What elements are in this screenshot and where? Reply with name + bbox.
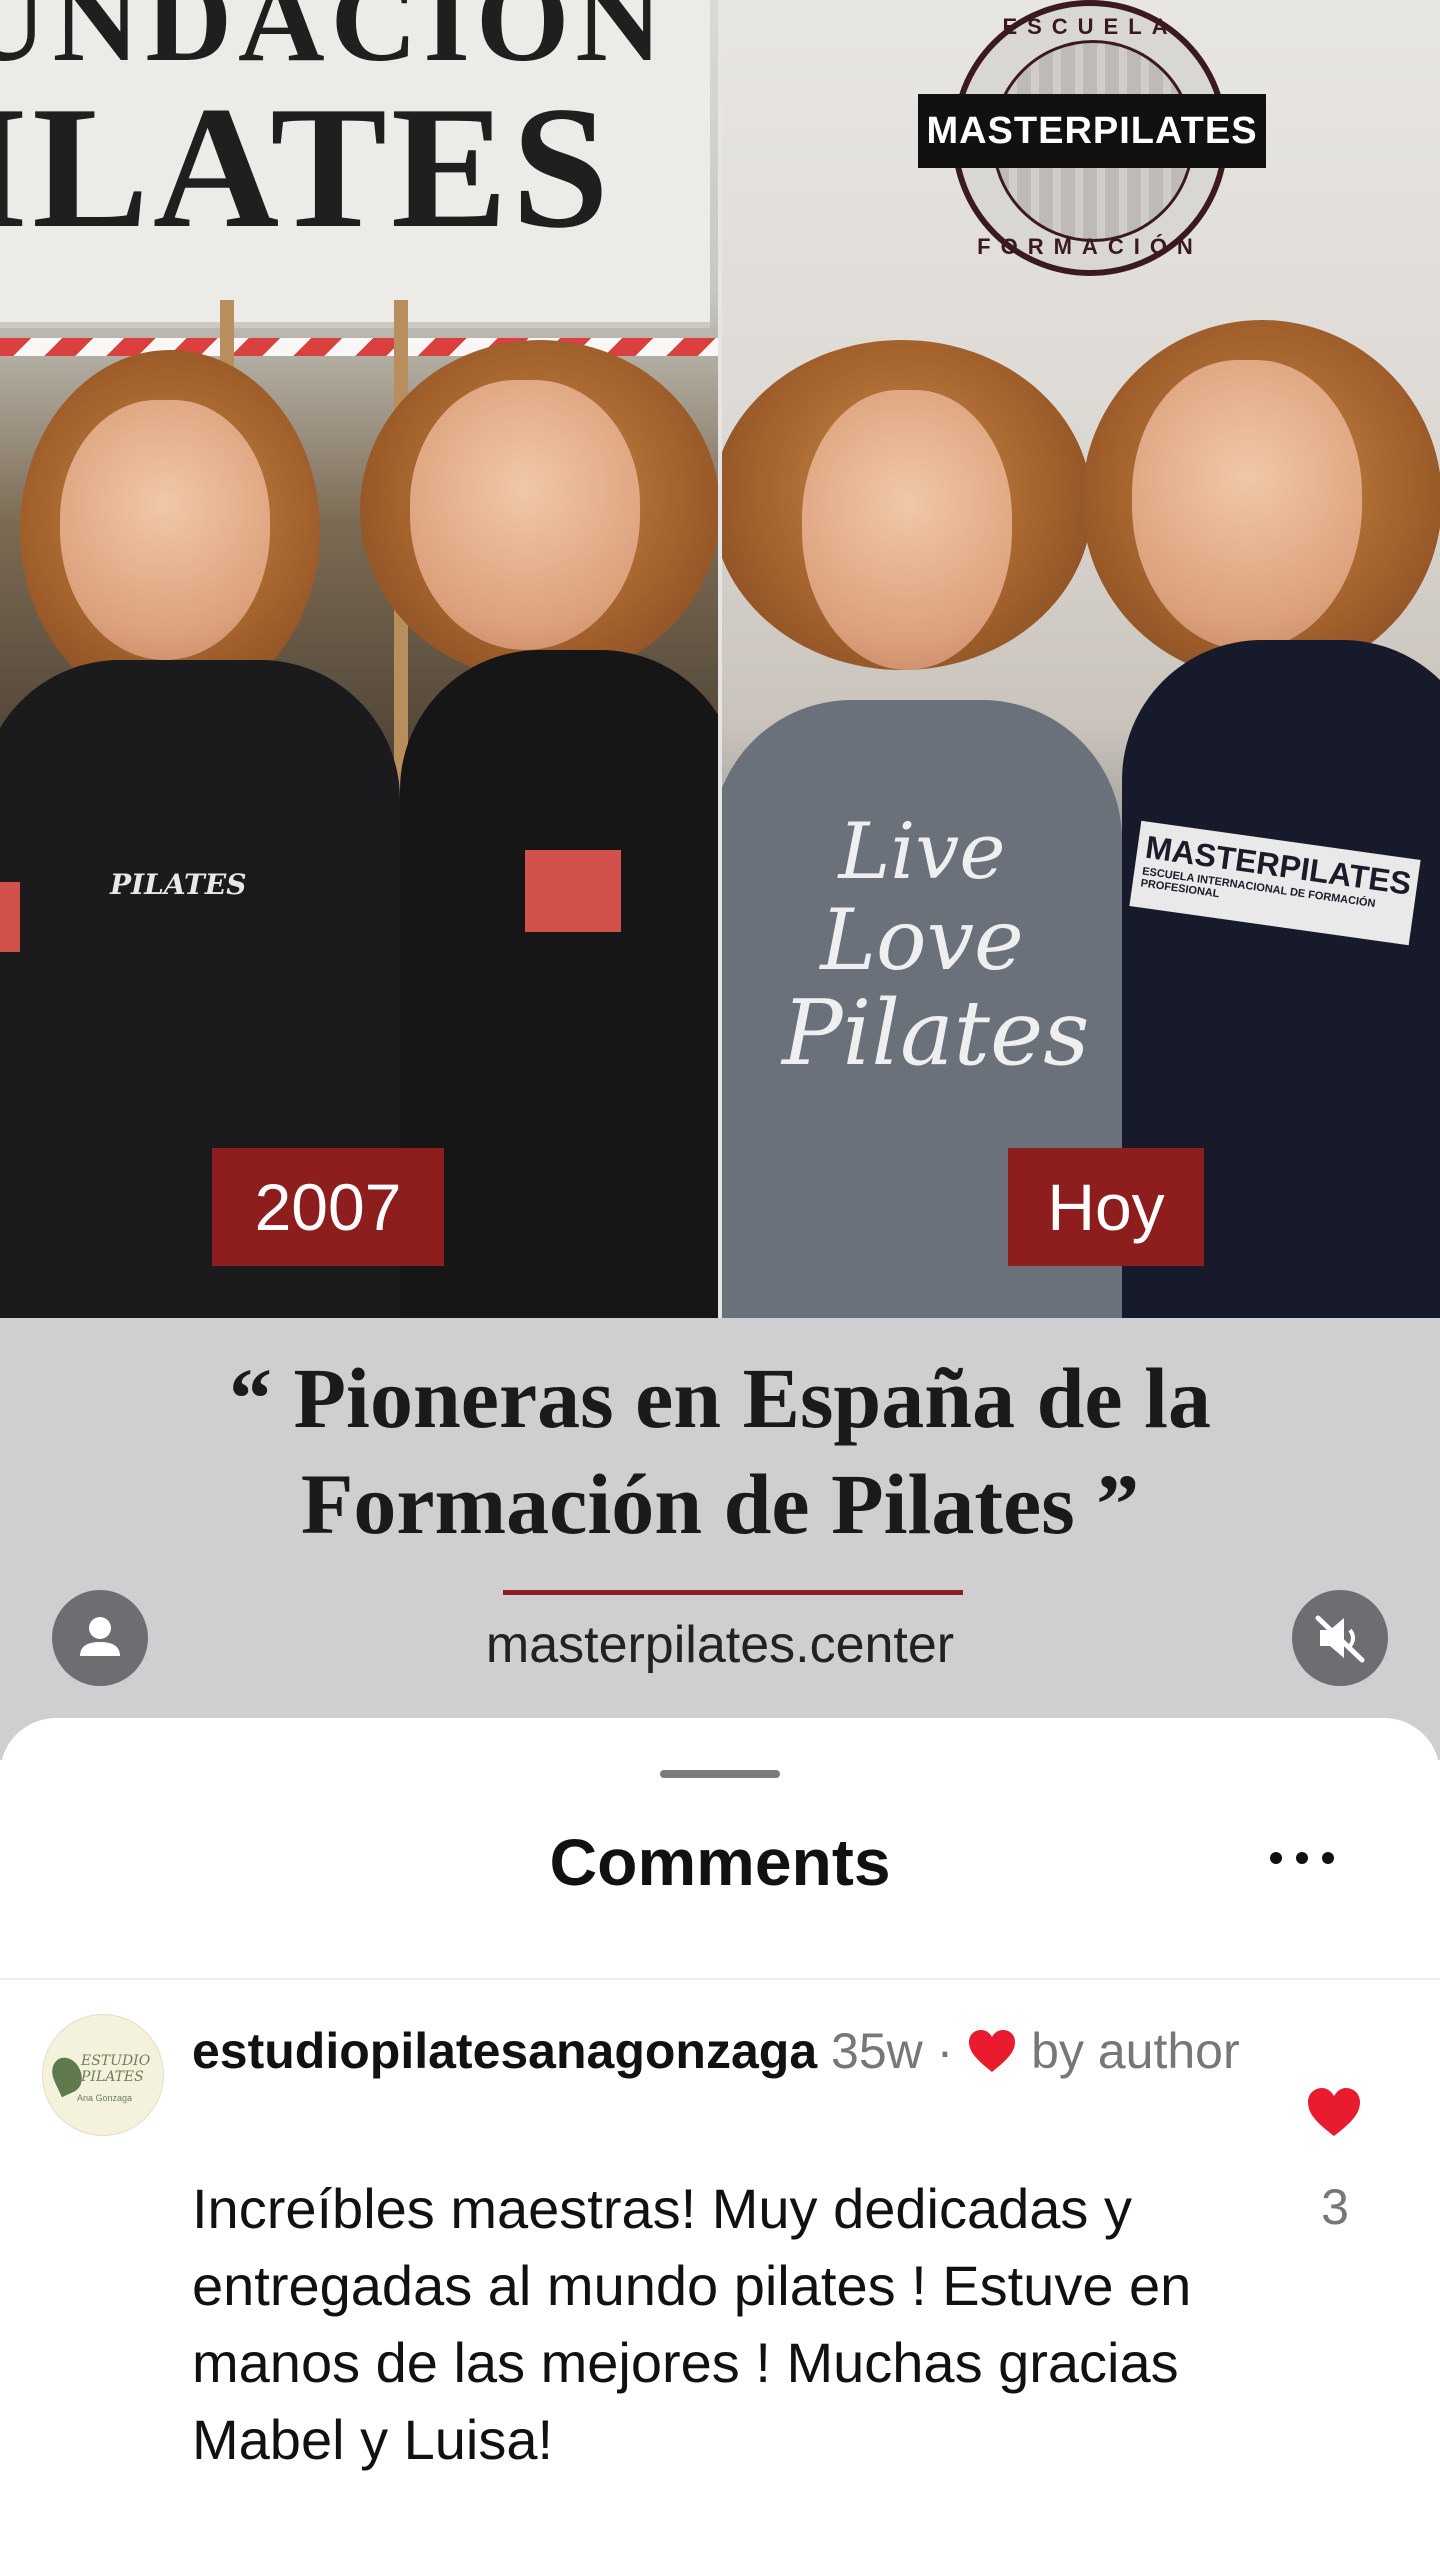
quote-line-1: “ Pioneras en España de la <box>229 1350 1211 1446</box>
quote-text: “ Pioneras en España de la Formación de … <box>0 1345 1440 1557</box>
banner-line-1: UNDACION <box>0 0 668 86</box>
quote-underline <box>503 1590 963 1595</box>
like-heart-icon[interactable] <box>1306 2086 1362 2138</box>
comment-text: Increíbles maestras! Muy dedicadas y ent… <box>192 2177 1192 2471</box>
label-hoy: Hoy <box>1008 1148 1204 1266</box>
shirt-text-love: Love <box>820 891 1024 989</box>
face-woman-3 <box>802 390 1012 670</box>
profile-button[interactable] <box>52 1590 148 1686</box>
logo-top-text: ESCUELA <box>1002 14 1178 39</box>
chest-logo: PILATES <box>110 868 247 901</box>
person-icon <box>80 1617 120 1656</box>
quote-line-2: Formación de Pilates ” <box>300 1456 1140 1552</box>
face-woman-1 <box>60 400 270 660</box>
sheet-drag-handle[interactable] <box>660 1770 780 1778</box>
speaker-muted-icon <box>1315 1615 1365 1663</box>
heart-icon <box>969 2030 1016 2072</box>
like-count: 3 <box>1321 2179 1349 2235</box>
sheet-separator <box>0 1978 1440 1980</box>
name-tag <box>525 850 621 932</box>
more-options-icon[interactable] <box>1262 1838 1342 1878</box>
banner: UNDACION ILATES <box>0 0 710 328</box>
year-badge-2007: 2007 <box>212 1148 444 1266</box>
avatar-subtext: Ana Gonzaga <box>77 2093 133 2103</box>
comment-time: 35w <box>831 2023 923 2079</box>
comments-title: Comments <box>549 1825 891 1899</box>
shirt-text-live: Live <box>838 807 1006 897</box>
shirt-text-pilates: Pilates <box>782 981 1090 1086</box>
name-tag <box>0 882 20 952</box>
banner-line-2: ILATES <box>0 70 613 264</box>
meta-separator: · <box>936 2023 954 2079</box>
polo-woman-2 <box>400 650 718 1318</box>
avatar-text: ESTUDIO PILATES <box>81 2053 151 2085</box>
mute-button[interactable] <box>1292 1590 1388 1686</box>
logo-bar-text: MASTERPILATES <box>918 94 1266 168</box>
comment-username[interactable]: estudiopilatesanagonzaga <box>192 2023 817 2079</box>
liked-by-author: by author <box>1031 2023 1240 2079</box>
website-text: masterpilates.center <box>485 1616 955 1674</box>
face-woman-2 <box>410 380 640 650</box>
logo-bottom-text: FORMACIÓN <box>977 234 1203 259</box>
face-woman-4 <box>1132 360 1362 650</box>
photo-2007: UNDACION ILATES PILATES 2007 <box>0 0 718 1318</box>
comment-header: estudiopilatesanagonzaga 35w · by author <box>192 2016 1272 2086</box>
avatar[interactable]: ESTUDIO PILATES Ana Gonzaga <box>42 2014 164 2136</box>
